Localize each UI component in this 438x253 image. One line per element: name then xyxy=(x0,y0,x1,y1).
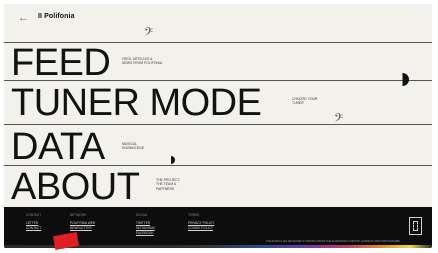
menu-item-about[interactable]: ABOUT xyxy=(11,168,140,206)
footer-heading: CONTACT xyxy=(26,213,42,217)
footer-column-social: SOCIAL TWITTER INSTAGRAM FACEBOOK xyxy=(136,213,155,236)
footer-link[interactable]: NEWSLETTER xyxy=(70,226,95,231)
menu-screen: ← II Polifonia 𝄢 FEED FEED, ARTICLES & N… xyxy=(4,4,432,248)
footer-heading: NETWORK xyxy=(70,213,87,217)
top-bar: ← II Polifonia xyxy=(4,4,432,34)
clef-icon: 𝄢 xyxy=(144,25,154,41)
data-description: MUSICAL KNOWLEDGE xyxy=(122,142,192,151)
tuner-desc-line: TUNER xyxy=(292,101,304,106)
footer-column-terms: TERMS PRIVACY POLICY COOKIE POLICY xyxy=(188,213,214,231)
feed-desc-line: NEWS FROM POLIFONIA xyxy=(122,61,163,66)
footer-column-network: NETWORK POLIFONIA WEB NEWSLETTER xyxy=(70,213,95,231)
footer-heading: TERMS xyxy=(188,213,200,217)
note-icon xyxy=(167,156,175,164)
footer-copyright: POLIFONIA HAS RECEIVED FUNDING FROM THE … xyxy=(266,239,400,243)
footer-link[interactable]: CONTACT xyxy=(26,226,41,231)
menu-item-tuner-mode[interactable]: TUNER MODE xyxy=(11,84,262,122)
brand-logo[interactable]: II Polifonia xyxy=(38,13,75,20)
tuner-description: CHOOSE YOUR TUNER xyxy=(292,97,362,106)
staff-line xyxy=(4,124,432,125)
footer-link[interactable]: FACEBOOK xyxy=(136,231,155,236)
menu-item-feed[interactable]: FEED xyxy=(11,44,111,82)
note-icon xyxy=(396,73,409,86)
footer-column-contact: CONTACT LETTER CONTACT xyxy=(26,213,41,231)
menu-item-data[interactable]: DATA xyxy=(11,128,105,166)
about-desc-line: PARTNERS xyxy=(156,186,175,191)
back-arrow-icon[interactable]: ← xyxy=(18,12,29,24)
staff-line xyxy=(4,80,432,81)
footer-heading: SOCIAL xyxy=(136,213,148,217)
data-desc-line: KNOWLEDGE xyxy=(122,146,145,151)
funding-logo-icon xyxy=(409,217,422,235)
feed-description: FEED, ARTICLES & NEWS FROM POLIFONIA xyxy=(122,57,192,66)
about-description: THE PROJECT, THE TEAM & PARTNERS xyxy=(156,178,226,191)
footer-link[interactable]: COOKIE POLICY xyxy=(188,226,214,231)
